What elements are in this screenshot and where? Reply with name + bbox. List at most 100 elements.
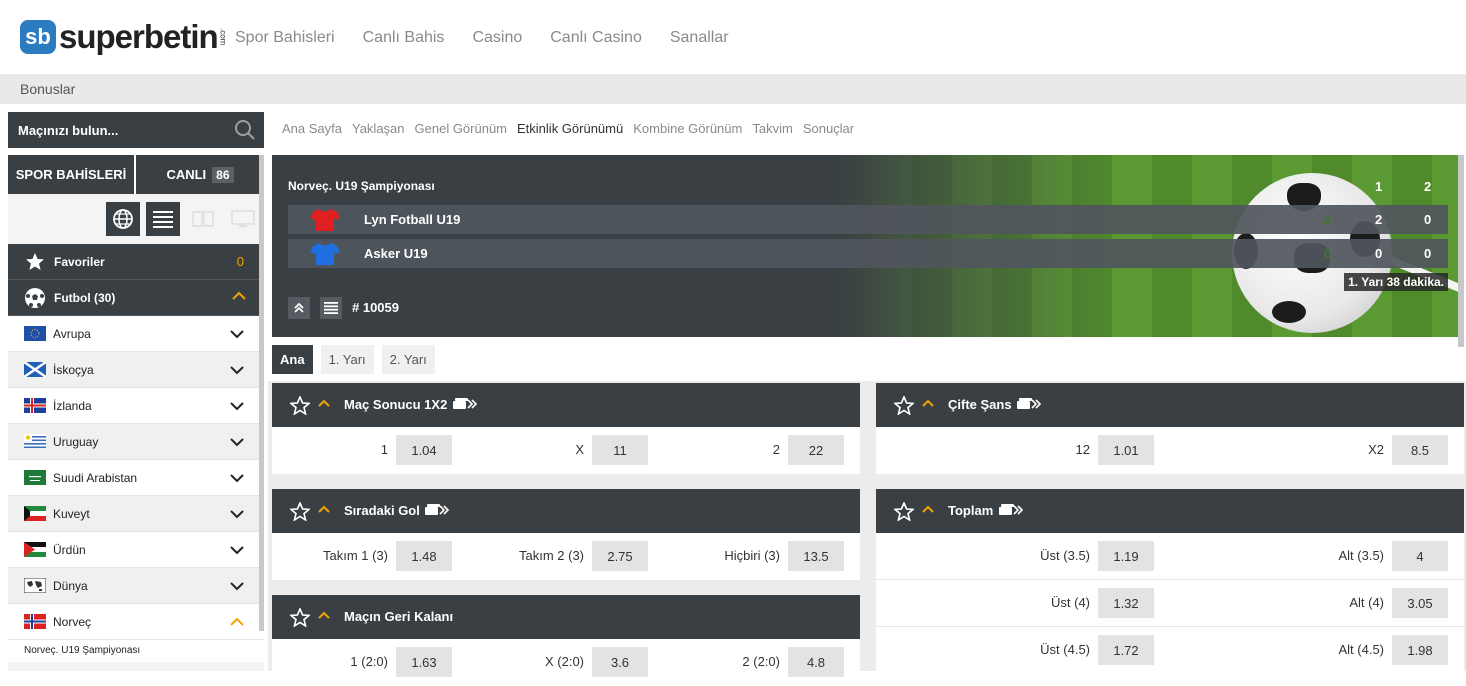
odd-button[interactable]: 1.01 [1098, 435, 1154, 465]
search-icon[interactable] [234, 119, 256, 141]
sub-league-item[interactable]: Norveç. U19 Şampiyonası [8, 640, 264, 662]
odd-label: Takım 1 (3) [322, 548, 388, 563]
nav-sports[interactable]: Spor Bahisleri [235, 29, 335, 47]
tab-second-half[interactable]: 2. Yarı [381, 345, 435, 374]
country-item[interactable]: Ürdün [8, 532, 264, 568]
market-header[interactable]: Sıradaki Gol [272, 489, 860, 533]
odd-button[interactable]: 1.04 [396, 435, 452, 465]
nav-casino[interactable]: Casino [472, 29, 522, 47]
odd-button[interactable]: 4.8 [788, 647, 844, 677]
stats-button[interactable] [320, 297, 342, 319]
crumb-results[interactable]: Sonuçlar [803, 121, 854, 136]
nav-bonuses[interactable]: Bonuslar [20, 81, 75, 97]
chevron-down-icon [230, 474, 244, 483]
odd-button[interactable]: 2.75 [592, 541, 648, 571]
odd-button[interactable]: 1.32 [1098, 588, 1154, 618]
country-item[interactable]: Dünya [8, 568, 264, 604]
nav-virtuals[interactable]: Sanallar [670, 29, 729, 47]
country-item[interactable]: İskoçya [8, 352, 264, 388]
country-item[interactable]: Suudi Arabistan [8, 460, 264, 496]
away-half2-score: 0 [1424, 246, 1432, 261]
market-title: Sıradaki Gol [344, 503, 420, 518]
collapse-button[interactable] [288, 297, 310, 319]
country-item[interactable]: Norveç [8, 604, 264, 640]
country-item[interactable]: Uruguay [8, 424, 264, 460]
away-shirt-icon [310, 243, 340, 265]
match-time: 1. Yarı 38 dakika. [1344, 273, 1448, 291]
site-logo[interactable]: sb superbetin .com [20, 18, 228, 56]
odd-button[interactable]: 22 [788, 435, 844, 465]
sidebar-favorites[interactable]: Favoriler 0 [8, 244, 264, 280]
odd-button[interactable]: 13.5 [788, 541, 844, 571]
odd-button[interactable]: 1.48 [396, 541, 452, 571]
crumb-home[interactable]: Ana Sayfa [282, 121, 342, 136]
main-scrollbar[interactable] [1458, 155, 1464, 347]
crumb-calendar[interactable]: Takvim [752, 121, 792, 136]
nav-live-casino[interactable]: Canlı Casino [550, 29, 642, 47]
odd-button[interactable]: 1.63 [396, 647, 452, 677]
live-count-badge: 86 [212, 166, 234, 183]
crumb-upcoming[interactable]: Yaklaşan [352, 121, 405, 136]
nav-live[interactable]: Canlı Bahis [363, 29, 445, 47]
sidebar-football[interactable]: Futbol (30) [8, 280, 264, 316]
chevron-down-icon [230, 510, 244, 519]
crumb-event-view[interactable]: Etkinlik Görünümü [517, 121, 623, 136]
country-item[interactable]: İzlanda [8, 388, 264, 424]
odd-button[interactable]: 8.5 [1392, 435, 1448, 465]
sidebar-scrollbar[interactable] [259, 155, 264, 631]
odd-button[interactable]: 3.05 [1392, 588, 1448, 618]
world-map-icon [24, 578, 46, 593]
sub-nav: Bonuslar [0, 74, 1466, 104]
tab-live[interactable]: CANLI 86 [136, 155, 264, 194]
chevron-down-icon [230, 582, 244, 591]
market-header[interactable]: Maç Sonucu 1X2 [272, 383, 860, 427]
breadcrumb: Ana Sayfa Yaklaşan Genel Görünüm Etkinli… [282, 121, 854, 136]
market-header[interactable]: Çifte Şans [876, 383, 1464, 427]
odd-button[interactable]: 11 [592, 435, 648, 465]
search-input[interactable] [18, 120, 228, 140]
odd-button[interactable]: 4 [1392, 541, 1448, 571]
odds-row: Takım 1 (3) 1.48 Takım 2 (3) 2.75 Hiçbir… [272, 533, 860, 580]
star-icon [24, 251, 46, 273]
football-label: Futbol (30) [54, 290, 116, 305]
crumb-combined-view[interactable]: Kombine Görünüm [633, 121, 742, 136]
tab-sports-betting[interactable]: SPOR BAHİSLERİ [8, 155, 136, 194]
globe-icon [113, 209, 133, 229]
home-half1-score: 2 [1375, 212, 1383, 227]
list-icon [324, 302, 338, 314]
tab-main[interactable]: Ana [272, 345, 313, 374]
star-outline-icon[interactable] [894, 502, 914, 521]
country-item[interactable]: Kuveyt [8, 496, 264, 532]
favorites-count: 0 [236, 254, 244, 269]
bet-builder-icon [1017, 398, 1042, 409]
odd-button[interactable]: 3.6 [592, 647, 648, 677]
logo-text: superbetin [59, 18, 219, 55]
country-label: İzlanda [53, 398, 92, 413]
league-name: Norveç. U19 Şampiyonası [288, 179, 435, 193]
view-toggle-row [8, 194, 264, 244]
market-header[interactable]: Maçın Geri Kalanı [272, 595, 860, 639]
view-tv-button[interactable] [226, 202, 260, 236]
market-header[interactable]: Toplam [876, 489, 1464, 533]
view-globe-button[interactable] [106, 202, 140, 236]
chevron-down-icon [230, 546, 244, 555]
odds-row: 1 (2:0) 1.63 X (2:0) 3.6 2 (2:0) 4.8 [272, 639, 860, 686]
chevron-up-icon [318, 611, 330, 619]
odd-button[interactable]: 1.19 [1098, 541, 1154, 571]
odd-label: Alt (4.5) [1338, 642, 1384, 657]
tab-first-half[interactable]: 1. Yarı [320, 345, 374, 374]
star-outline-icon[interactable] [894, 396, 914, 415]
odd-button[interactable]: 1.98 [1392, 635, 1448, 665]
view-columns-button[interactable] [186, 202, 220, 236]
view-list-button[interactable] [146, 202, 180, 236]
country-item[interactable]: Avrupa [8, 316, 264, 352]
market-title: Maçın Geri Kalanı [344, 609, 454, 624]
bet-builder-icon [425, 504, 450, 515]
home-shirt-icon [310, 209, 340, 231]
star-outline-icon[interactable] [290, 396, 310, 415]
star-outline-icon[interactable] [290, 608, 310, 627]
eu-flag-icon [24, 326, 46, 341]
star-outline-icon[interactable] [290, 502, 310, 521]
odd-button[interactable]: 1.72 [1098, 635, 1154, 665]
crumb-overview[interactable]: Genel Görünüm [415, 121, 508, 136]
